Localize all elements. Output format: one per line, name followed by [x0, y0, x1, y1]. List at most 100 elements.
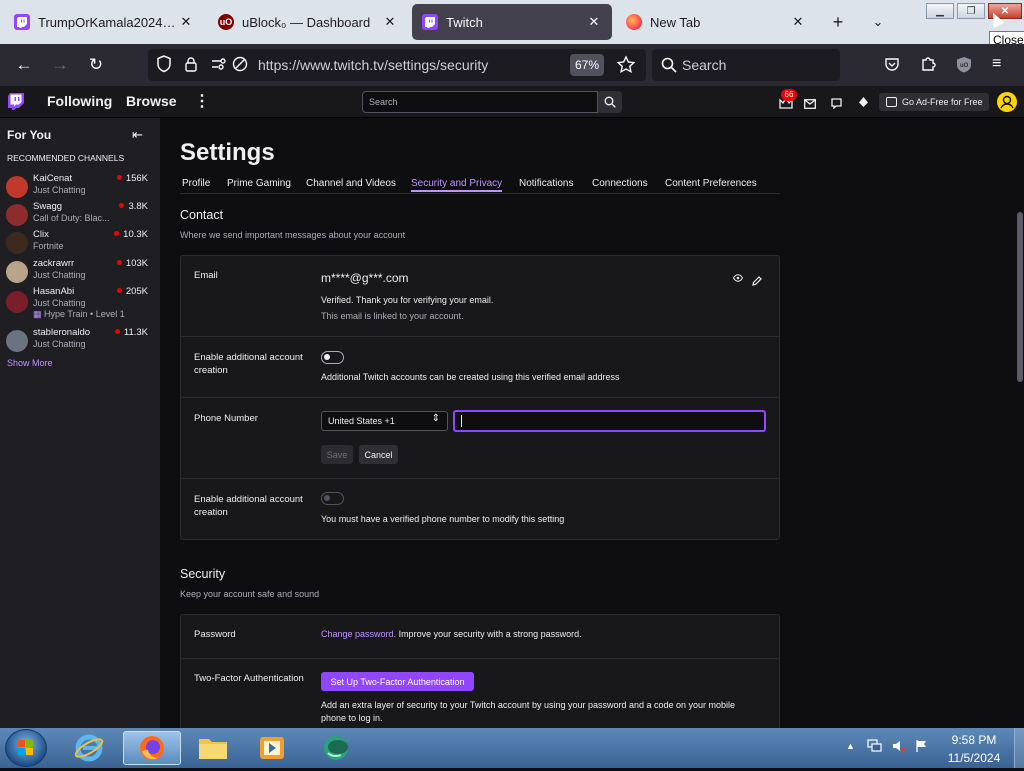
following-link[interactable]: Following	[47, 93, 112, 109]
action-center-flag-icon[interactable]	[915, 739, 929, 753]
reveal-email-eye-icon[interactable]	[732, 274, 744, 285]
hype-train-text: Hype Train • Level 1	[44, 309, 125, 319]
close-tab-icon[interactable]: ✕	[178, 14, 194, 30]
tab-profile[interactable]: Profile	[182, 178, 210, 189]
password-row: Change password. Improve your security w…	[321, 629, 582, 639]
phone-number-input[interactable]	[453, 410, 766, 432]
chat-app-icon[interactable]	[311, 731, 361, 765]
two-factor-note: Add an extra layer of security to your T…	[321, 700, 736, 723]
extensions-puzzle-icon[interactable]	[920, 56, 936, 72]
browser-tab-active[interactable]: Twitch ✕	[412, 4, 612, 40]
enable-account-creation-label: Enable additional account creation	[194, 352, 303, 376]
avatar	[6, 204, 28, 226]
phone-account-creation-note: You must have a verified phone number to…	[321, 514, 565, 524]
page-scrollbar[interactable]	[1017, 212, 1023, 382]
pocket-icon[interactable]	[884, 56, 900, 72]
windows-logo-icon	[18, 740, 33, 755]
cancel-button[interactable]: Cancel	[359, 445, 398, 464]
twitch-logo-icon[interactable]	[8, 93, 24, 110]
select-updown-icon: ⇕	[431, 413, 440, 424]
volume-muted-icon[interactable]	[892, 739, 908, 753]
country-code-select[interactable]: United States +1 ⇕	[321, 411, 448, 431]
twitch-search-input[interactable]: Search	[362, 91, 598, 113]
back-arrow-icon[interactable]: ←	[8, 49, 40, 81]
lock-icon[interactable]	[184, 56, 198, 72]
bits-diamond-icon[interactable]	[858, 95, 869, 107]
avatar	[6, 232, 28, 254]
channel-item-kaicenat[interactable]: KaiCenat Just Chatting 156K	[0, 173, 160, 201]
zoom-level-badge[interactable]: 67%	[570, 54, 604, 76]
tab-connections[interactable]: Connections	[592, 178, 648, 189]
tab-notifications[interactable]: Notifications	[519, 178, 573, 189]
channel-item-swagg[interactable]: Swagg Call of Duty: Blac... 3.8K	[0, 201, 160, 229]
avatar-face-icon	[1000, 95, 1014, 109]
twitch-search-button[interactable]	[598, 91, 622, 113]
channel-game: Just Chatting	[33, 298, 86, 308]
show-more-link[interactable]: Show More	[7, 358, 53, 368]
show-hidden-icons-icon[interactable]: ▲	[846, 741, 855, 751]
channel-game: Just Chatting	[33, 185, 86, 195]
internet-explorer-icon[interactable]	[64, 731, 114, 765]
tab-title: TrumpOrKamala2024 - Twitch	[38, 14, 178, 30]
ublock-extension-icon[interactable]: uO	[956, 56, 972, 73]
browser-tab[interactable]: New Tab ✕	[616, 4, 816, 40]
tab-content-preferences[interactable]: Content Preferences	[665, 178, 757, 189]
channel-item-hasanabi[interactable]: HasanAbi Just Chatting 205K ▦ Hype Train…	[0, 286, 160, 322]
collapse-sidebar-arrow-icon[interactable]: ⇤	[132, 127, 143, 143]
channel-item-clix[interactable]: Clix Fortnite 10.3K	[0, 229, 160, 257]
tab-channel-and-videos[interactable]: Channel and Videos	[306, 178, 396, 189]
email-account-creation-note: Additional Twitch accounts can be create…	[321, 372, 620, 382]
tab-prime-gaming[interactable]: Prime Gaming	[227, 178, 291, 189]
show-desktop-button[interactable]	[1014, 728, 1024, 768]
hamburger-menu-icon[interactable]: ≡	[992, 56, 1008, 72]
reload-icon[interactable]: ↻	[80, 49, 112, 81]
change-password-link[interactable]: Change password.	[321, 629, 396, 639]
setup-two-factor-button[interactable]: Set Up Two-Factor Authentication	[321, 672, 474, 691]
whispers-chat-icon[interactable]	[831, 96, 842, 110]
more-vertical-dots-icon[interactable]: ⋮	[194, 91, 210, 111]
firefox-taskbar-button[interactable]	[123, 731, 181, 765]
channel-item-zackrawrr[interactable]: zackrawrr Just Chatting 103K	[0, 258, 160, 286]
tracking-shield-icon[interactable]	[156, 55, 172, 73]
bookmark-star-icon[interactable]	[616, 55, 636, 75]
channel-item-stableronaldo[interactable]: stableronaldo Just Chatting 11.3K	[0, 327, 160, 355]
browser-tab[interactable]: TrumpOrKamala2024 - Twitch ✕	[4, 4, 204, 40]
save-button[interactable]: Save	[321, 445, 353, 464]
list-tabs-chevron-down-icon[interactable]: ⌄	[864, 8, 892, 36]
browse-link[interactable]: Browse	[126, 93, 177, 109]
email-linked-text: This email is linked to your account.	[321, 311, 464, 321]
start-button[interactable]	[5, 729, 47, 767]
tab-security-and-privacy[interactable]: Security and Privacy	[411, 178, 502, 189]
row-divider	[181, 397, 779, 398]
phone-account-creation-toggle[interactable]	[321, 492, 344, 505]
hype-train-label: ▦ Hype Train • Level 1	[33, 309, 125, 320]
network-icon[interactable]	[866, 739, 882, 753]
go-ad-free-label: Go Ad-Free for Free	[902, 97, 983, 107]
new-tab-plus-icon[interactable]: +	[824, 8, 852, 36]
permissions-icon[interactable]	[210, 56, 228, 72]
close-tab-icon[interactable]: ✕	[790, 14, 806, 30]
password-label: Password	[194, 629, 236, 640]
close-tab-icon[interactable]: ✕	[382, 14, 398, 30]
browser-tab[interactable]: uO uBlock₀ — Dashboard ✕	[208, 4, 408, 40]
restore-window-icon[interactable]: ❐	[957, 3, 985, 19]
autoplay-blocked-icon[interactable]	[232, 56, 248, 72]
viewer-count: 11.3K	[115, 327, 148, 338]
security-heading: Security	[180, 567, 226, 581]
edit-email-pencil-icon[interactable]	[752, 273, 762, 291]
inbox-mail-icon[interactable]	[804, 96, 816, 109]
email-account-creation-toggle[interactable]	[321, 351, 344, 364]
clock-date[interactable]: 11/5/2024	[944, 751, 1004, 765]
channel-game: Just Chatting	[33, 339, 86, 349]
email-verified-text: Verified. Thank you for verifying your e…	[321, 295, 494, 305]
user-avatar[interactable]	[997, 92, 1017, 112]
media-player-icon[interactable]	[247, 731, 297, 765]
enable-account-creation-phone-label: Enable additional account creation	[194, 494, 303, 518]
clock-time[interactable]: 9:58 PM	[944, 733, 1004, 747]
minimize-window-icon[interactable]: ▁	[926, 3, 954, 19]
browser-search-input[interactable]: Search	[652, 49, 840, 81]
close-tab-icon[interactable]: ✕	[586, 14, 602, 30]
forward-arrow-icon[interactable]: →	[44, 49, 76, 81]
channel-name: Clix	[33, 229, 49, 240]
file-explorer-icon[interactable]	[188, 731, 238, 765]
